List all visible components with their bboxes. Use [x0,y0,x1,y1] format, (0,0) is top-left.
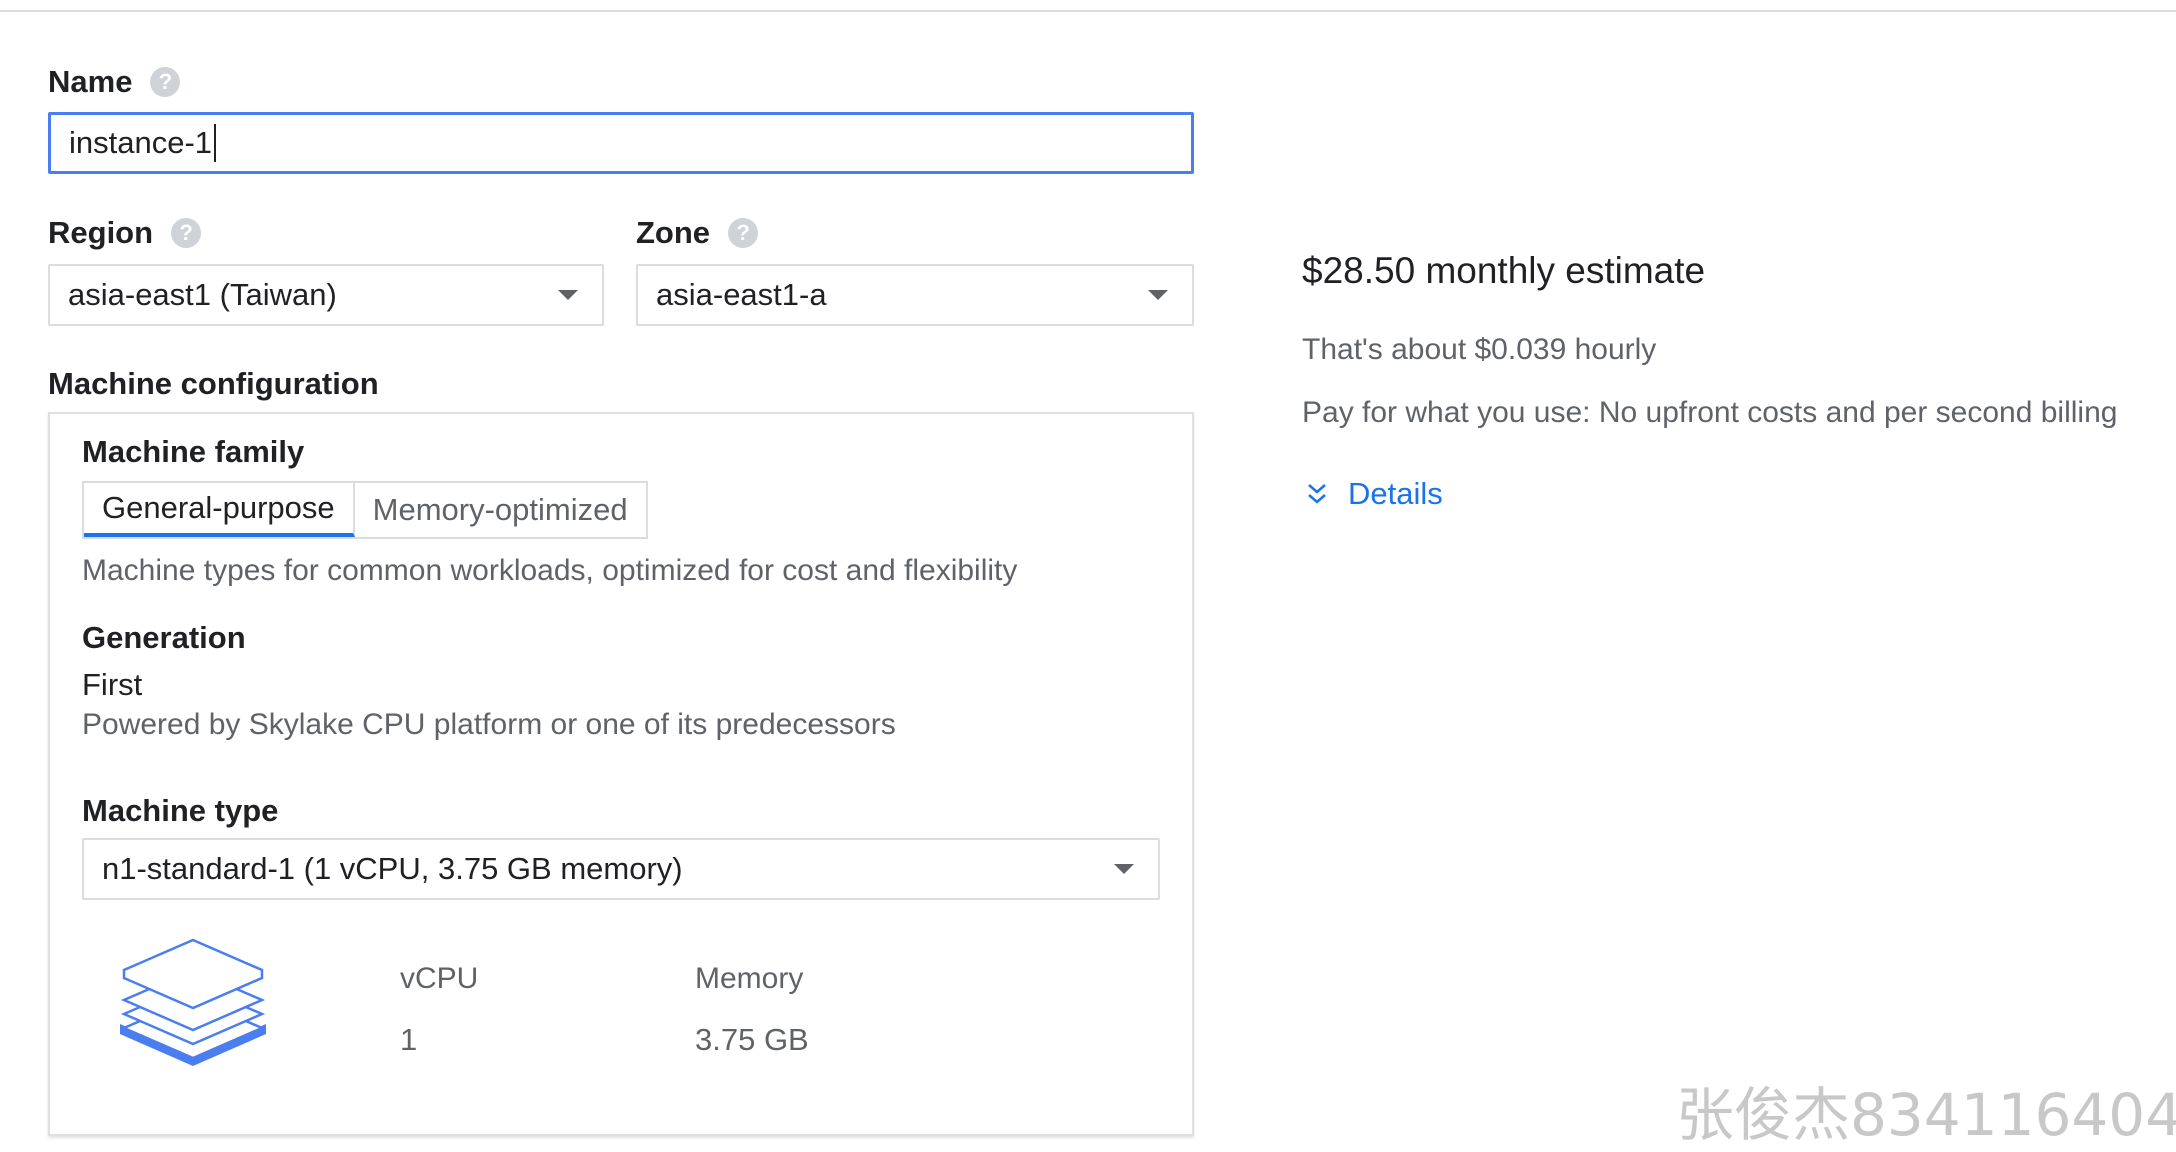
machine-family-label-text: Machine family [82,434,305,469]
name-input-value: instance-1 [69,125,213,160]
memory-value: 3.75 GB [695,1022,809,1057]
help-circle-icon[interactable]: ? [150,67,181,97]
dropdown-arrow-icon [558,290,578,300]
name-label: Name ? [48,64,181,100]
zone-selected-value: asia-east1-a [656,277,827,312]
machine-type-label-text: Machine type [82,793,279,828]
name-input[interactable]: instance-1 [48,112,1194,174]
machine-configuration-label: Machine configuration [48,366,379,402]
region-label-text: Region [48,215,154,250]
generation-description: Powered by Skylake CPU platform or one o… [82,708,896,741]
stacked-layers-icon [120,938,266,1066]
help-circle-icon[interactable]: ? [171,218,202,248]
details-link[interactable]: Details [1306,476,1443,512]
billing-note: Pay for what you use: No upfront costs a… [1302,396,2118,429]
machine-family-label: Machine family [82,434,304,470]
zone-label-text: Zone [636,215,711,250]
tab-general-purpose[interactable]: General-purpose [84,483,355,537]
name-label-text: Name [48,64,133,99]
help-circle-icon[interactable]: ? [728,218,759,248]
machine-configuration-label-text: Machine configuration [48,366,379,401]
generation-label: Generation [82,620,246,656]
details-link-label: Details [1348,476,1443,511]
region-selected-value: asia-east1 (Taiwan) [68,277,337,312]
zone-label: Zone ? [636,215,759,251]
machine-type-label: Machine type [82,793,278,829]
monthly-estimate: $28.50 monthly estimate [1302,250,1706,291]
watermark-text: 张俊杰834116404 [1676,1081,2176,1149]
region-select[interactable]: asia-east1 (Taiwan) [48,264,604,326]
text-caret [214,124,217,162]
tab-general-purpose-label: General-purpose [102,490,335,525]
generation-value: First [82,667,143,702]
tab-memory-optimized[interactable]: Memory-optimized [355,483,646,537]
dropdown-arrow-icon [1114,864,1134,874]
zone-select[interactable]: asia-east1-a [636,264,1194,326]
hourly-estimate: That's about $0.039 hourly [1302,333,1657,366]
machine-type-select[interactable]: n1-standard-1 (1 vCPU, 3.75 GB memory) [82,838,1160,900]
vcpu-label: vCPU [400,962,479,995]
top-divider [0,10,2176,12]
region-label: Region ? [48,215,202,251]
tab-memory-optimized-label: Memory-optimized [372,492,628,527]
machine-family-tabs: General-purpose Memory-optimized [82,481,648,539]
machine-type-selected-value: n1-standard-1 (1 vCPU, 3.75 GB memory) [102,851,683,886]
vcpu-value: 1 [400,1022,418,1057]
memory-label: Memory [695,962,804,995]
dropdown-arrow-icon [1148,290,1168,300]
machine-family-description: Machine types for common workloads, opti… [82,554,1018,587]
double-chevron-down-icon [1308,484,1326,504]
generation-label-text: Generation [82,620,246,655]
